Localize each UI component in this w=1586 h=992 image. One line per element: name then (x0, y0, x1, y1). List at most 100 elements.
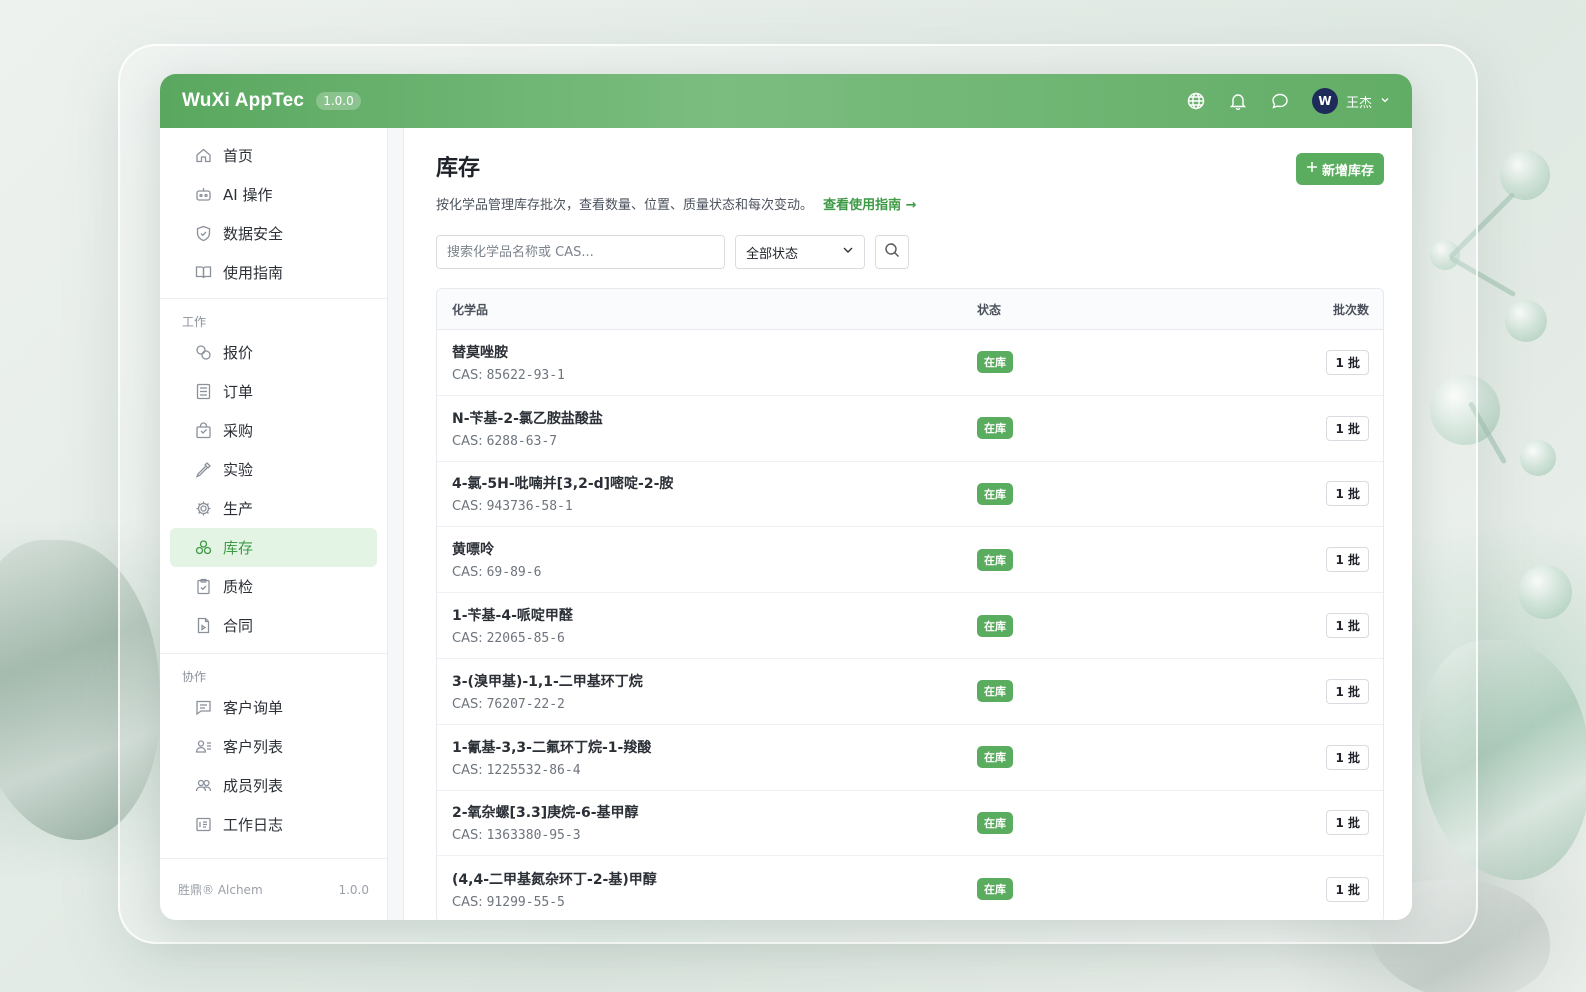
status-cell: 在库 (963, 680, 1303, 703)
sidebar-item-worklog[interactable]: 工作日志 (170, 805, 377, 844)
search-button[interactable] (875, 235, 909, 269)
sidebar-item-home[interactable]: 首页 (170, 136, 377, 175)
cas-label: CAS: (452, 894, 483, 910)
column-header-status[interactable]: 状态 (963, 301, 1303, 318)
sidebar-item-label: 库存 (223, 539, 254, 557)
molecule-atom (1518, 565, 1572, 619)
users-icon (194, 777, 212, 795)
cas-label: CAS: (452, 367, 483, 383)
boxes-icon (194, 539, 212, 557)
sidebar-item-quote[interactable]: 报价 (170, 333, 377, 372)
sidebar-item-inventory[interactable]: 库存 (170, 528, 377, 567)
bell-icon[interactable] (1228, 91, 1248, 111)
filter-bar: 全部状态 (436, 235, 1412, 269)
globe-icon[interactable] (1186, 91, 1206, 111)
sidebar-item-inquiries[interactable]: 客户询单 (170, 688, 377, 727)
search-icon (884, 242, 900, 262)
batch-cell: 1 批 (1303, 678, 1383, 704)
chemical-name[interactable]: (4,4-二甲基氮杂环丁-2-基)甲醇 (452, 869, 963, 889)
chemical-cell: N-苄基-2-氯乙胺盐酸盐 CAS: 6288-63-7 (437, 408, 963, 449)
plus-icon (1306, 161, 1318, 177)
status-badge: 在库 (977, 746, 1013, 769)
table-row[interactable]: 4-氯-5H-吡喃并[3,2-d]嘧啶-2-胺 CAS: 943736-58-1 在库… (437, 462, 1383, 528)
chemical-cell: 4-氯-5H-吡喃并[3,2-d]嘧啶-2-胺 CAS: 943736-58-1 (437, 473, 963, 514)
chemical-name[interactable]: 3-(溴甲基)-1,1-二甲基环丁烷 (452, 671, 963, 691)
cas-label: CAS: (452, 631, 483, 647)
cas-number: CAS: 1363380-95-3 (452, 828, 963, 843)
table-row[interactable]: 替莫唑胺 CAS: 85622-93-1 在库 1 批 (437, 330, 1383, 396)
status-cell: 在库 (963, 614, 1303, 637)
status-filter-select[interactable]: 全部状态 (735, 235, 865, 269)
cas-number: CAS: 91299-55-5 (452, 895, 963, 910)
batch-count-badge[interactable]: 1 批 (1326, 415, 1369, 441)
page-subtitle: 按化学品管理库存批次，查看数量、位置、质量状态和每次变动。 查看使用指南 → (436, 194, 1412, 213)
cas-value: 22065-85-6 (486, 631, 565, 647)
sidebar-item-guide[interactable]: 使用指南 (170, 253, 377, 292)
table-row[interactable]: 1-氰基-3,3-二氟环丁烷-1-羧酸 CAS: 1225532-86-4 在库 1 批 (437, 725, 1383, 791)
cas-number: CAS: 69-89-6 (452, 565, 963, 580)
chemical-name[interactable]: 2-氧杂螺[3.3]庚烷-6-基甲醇 (452, 802, 963, 822)
column-header-batches[interactable]: 批次数 (1303, 301, 1383, 318)
chat-icon[interactable] (1270, 91, 1290, 111)
sidebar-item-label: 生产 (223, 500, 254, 518)
cas-number: CAS: 22065-85-6 (452, 631, 963, 646)
batch-count-badge[interactable]: 1 批 (1326, 678, 1369, 704)
sidebar-item-customers[interactable]: 客户列表 (170, 727, 377, 766)
chemical-name[interactable]: 替莫唑胺 (452, 342, 963, 362)
table-row[interactable]: (4,4-二甲基氮杂环丁-2-基)甲醇 CAS: 91299-55-5 在库 1 批 (437, 856, 1383, 920)
batch-count-badge[interactable]: 1 批 (1326, 613, 1369, 639)
cas-label: CAS: (452, 499, 483, 515)
add-inventory-button[interactable]: 新增库存 (1295, 153, 1384, 185)
status-badge: 在库 (977, 351, 1013, 374)
guide-link[interactable]: 查看使用指南 → (823, 198, 916, 213)
column-header-name[interactable]: 化学品 (437, 301, 963, 318)
batch-count-badge[interactable]: 1 批 (1326, 547, 1369, 573)
status-cell: 在库 (963, 878, 1303, 901)
chemical-name[interactable]: 1-氰基-3,3-二氟环丁烷-1-羧酸 (452, 737, 963, 757)
user-menu[interactable]: W 王杰 (1311, 88, 1390, 114)
table-row[interactable]: 黄嘌呤 CAS: 69-89-6 在库 1 批 (437, 527, 1383, 594)
table-row[interactable]: N-苄基-2-氯乙胺盐酸盐 CAS: 6288-63-7 在库 1 批 (437, 396, 1383, 462)
table-row[interactable]: 1-苄基-4-哌啶甲醛 CAS: 22065-85-6 在库 1 批 (437, 593, 1383, 659)
list-icon (194, 383, 212, 401)
sidebar-item-label: 报价 (223, 344, 254, 362)
sidebar-item-qc[interactable]: 质检 (170, 567, 377, 606)
batch-count-badge[interactable]: 1 批 (1326, 349, 1369, 375)
status-badge: 在库 (977, 680, 1013, 703)
batch-cell: 1 批 (1303, 547, 1383, 573)
batch-count-badge[interactable]: 1 批 (1326, 744, 1369, 770)
sidebar-group-title-collab: 协作 (182, 669, 207, 684)
table-header: 化学品 状态 批次数 (437, 289, 1383, 330)
sidebar-item-purchase[interactable]: 采购 (170, 411, 377, 450)
subtitle-text: 按化学品管理库存批次，查看数量、位置、质量状态和每次变动。 (436, 198, 814, 213)
chemical-cell: (4,4-二甲基氮杂环丁-2-基)甲醇 CAS: 91299-55-5 (437, 869, 963, 910)
batch-count-badge[interactable]: 1 批 (1326, 810, 1369, 836)
batch-count-badge[interactable]: 1 批 (1326, 876, 1369, 902)
cas-label: CAS: (452, 565, 483, 581)
sidebar-item-orders[interactable]: 订单 (170, 372, 377, 411)
cas-label: CAS: (452, 762, 483, 778)
chemical-name[interactable]: 黄嘌呤 (452, 539, 963, 559)
cas-label: CAS: (452, 433, 483, 449)
status-cell: 在库 (963, 417, 1303, 440)
batch-cell: 1 批 (1303, 744, 1383, 770)
sidebar-item-label: AI 操作 (223, 186, 273, 204)
message-icon (194, 699, 212, 717)
chemical-name[interactable]: N-苄基-2-氯乙胺盐酸盐 (452, 408, 963, 428)
search-input[interactable] (436, 235, 725, 269)
add-inventory-label: 新增库存 (1321, 163, 1374, 179)
table-row[interactable]: 2-氧杂螺[3.3]庚烷-6-基甲醇 CAS: 1363380-95-3 在库 1 批 (437, 791, 1383, 857)
sidebar-item-contract[interactable]: 合同 (170, 606, 377, 645)
sidebar-item-security[interactable]: 数据安全 (170, 214, 377, 253)
robot-icon (194, 186, 212, 204)
chemical-name[interactable]: 4-氯-5H-吡喃并[3,2-d]嘧啶-2-胺 (452, 473, 963, 493)
table-row[interactable]: 3-(溴甲基)-1,1-二甲基环丁烷 CAS: 76207-22-2 在库 1 批 (437, 659, 1383, 725)
sidebar-item-experiment[interactable]: 实验 (170, 450, 377, 489)
molecule-atom (1500, 150, 1550, 200)
table-body: 替莫唑胺 CAS: 85622-93-1 在库 1 批 N-苄基-2-氯乙胺盐酸盐 CAS:… (437, 330, 1383, 920)
sidebar-item-production[interactable]: 生产 (170, 489, 377, 528)
chemical-name[interactable]: 1-苄基-4-哌啶甲醛 (452, 605, 963, 625)
sidebar-item-ai[interactable]: AI 操作 (170, 175, 377, 214)
batch-count-badge[interactable]: 1 批 (1326, 481, 1369, 507)
sidebar-item-members[interactable]: 成员列表 (170, 766, 377, 805)
